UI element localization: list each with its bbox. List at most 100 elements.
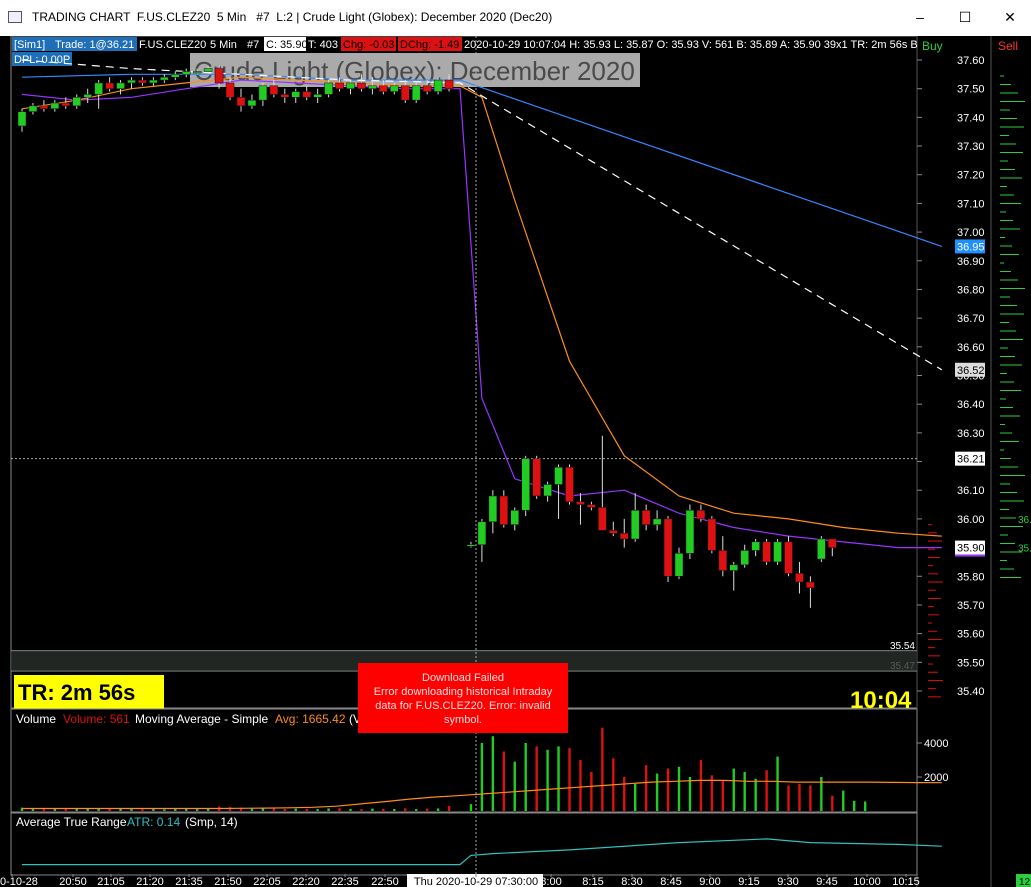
candle-body bbox=[674, 553, 684, 577]
volume-bar bbox=[798, 783, 801, 811]
time-tick-label: 22:50 bbox=[371, 876, 399, 887]
candle-body bbox=[641, 510, 651, 525]
candle-body bbox=[72, 97, 81, 107]
close-button[interactable]: ✕ bbox=[990, 0, 1030, 36]
candle-body bbox=[663, 518, 673, 577]
volume-bar bbox=[393, 808, 396, 811]
error-title: Download Failed bbox=[422, 672, 504, 684]
candle-body bbox=[357, 82, 366, 89]
candle-body bbox=[740, 550, 749, 566]
candle-body bbox=[795, 573, 804, 583]
chart-canvas[interactable]: Buy Sell Crude Light (Globex): December … bbox=[0, 36, 1031, 887]
time-tick-label: 22:35 bbox=[331, 876, 359, 887]
atr-params: (Smp, 14) bbox=[185, 815, 238, 829]
bar-timer: TR: 2m 56s bbox=[18, 680, 135, 705]
candle-body bbox=[335, 82, 344, 89]
volume-bar bbox=[863, 801, 867, 811]
buy-label[interactable]: Buy bbox=[922, 39, 943, 53]
volume-bar bbox=[743, 771, 746, 811]
clock: 10:04 bbox=[850, 687, 912, 714]
volume-bar bbox=[601, 727, 604, 811]
candle-body bbox=[521, 458, 530, 511]
volume-bar bbox=[382, 808, 385, 811]
candle-body bbox=[620, 533, 629, 540]
price-tick-label: 37.50 bbox=[957, 84, 985, 96]
candle-body bbox=[817, 538, 826, 560]
interval-label: 5 Min bbox=[210, 39, 237, 51]
minimize-button[interactable]: – bbox=[900, 0, 940, 36]
time-tick-label: 9:15 bbox=[738, 876, 759, 887]
price-tick-label: 36.30 bbox=[957, 428, 985, 440]
candle-body bbox=[444, 79, 454, 89]
candle-body bbox=[630, 510, 640, 540]
volume-bar bbox=[250, 808, 254, 811]
volume-bar bbox=[688, 777, 692, 811]
day-change-value: DChg: -1.49 bbox=[400, 39, 459, 51]
candle-body bbox=[510, 510, 519, 525]
price-tick-label: 36.40 bbox=[957, 399, 985, 411]
price-badge-underline bbox=[955, 554, 985, 557]
candle-body bbox=[50, 102, 60, 110]
candle-body bbox=[828, 538, 837, 548]
tick-count: T: 403 bbox=[308, 39, 338, 51]
candle-body bbox=[105, 82, 114, 89]
volume-bar bbox=[272, 808, 276, 811]
maximize-button[interactable]: ☐ bbox=[945, 0, 985, 36]
volume-bar bbox=[502, 751, 505, 811]
volume-bar bbox=[721, 780, 724, 811]
atr-value: ATR: 0.14 bbox=[127, 815, 180, 829]
volume-bar bbox=[754, 778, 757, 811]
volume-bar bbox=[480, 743, 484, 811]
candle-body bbox=[28, 105, 38, 112]
error-line1: Error downloading historical Intraday bbox=[374, 686, 553, 698]
candle-body bbox=[302, 91, 311, 98]
volume-bar bbox=[338, 808, 341, 811]
price-tick-label: 35.50 bbox=[957, 657, 985, 669]
volume-bar bbox=[185, 808, 188, 811]
volume-bar bbox=[557, 746, 560, 811]
volume-bar bbox=[546, 749, 549, 811]
price-badge-label: 36.95 bbox=[957, 241, 985, 253]
price-tick-label: 37.60 bbox=[957, 55, 985, 67]
candle-body bbox=[499, 495, 509, 525]
candle-body bbox=[280, 94, 290, 98]
time-tick-label: 21:35 bbox=[175, 876, 203, 887]
time-tick-label: 8:00 bbox=[540, 876, 561, 887]
volume-bar bbox=[436, 808, 440, 811]
time-tick-label: 21:20 bbox=[136, 876, 164, 887]
candle-body bbox=[762, 541, 771, 563]
candle-body bbox=[247, 99, 257, 107]
volume-bar bbox=[732, 768, 735, 811]
volume-avg: Avg: 1665.42 bbox=[275, 712, 346, 726]
error-line3: symbol. bbox=[444, 714, 482, 726]
candle-body bbox=[313, 94, 322, 98]
candle-body bbox=[149, 79, 158, 84]
time-tick-label: 22:05 bbox=[253, 876, 281, 887]
time-tick-label: 8:30 bbox=[621, 876, 642, 887]
time-tick-label: 9:45 bbox=[816, 876, 837, 887]
time-tick-label: 22:20 bbox=[292, 876, 320, 887]
candle-body bbox=[182, 71, 191, 75]
price-tick-label: 37.30 bbox=[957, 141, 985, 153]
candle-body bbox=[214, 68, 224, 84]
time-tick-label: 9:30 bbox=[777, 876, 798, 887]
price-tick-label: 37.10 bbox=[957, 198, 985, 210]
candle-body bbox=[61, 102, 71, 107]
price-tick-label: 35.70 bbox=[957, 600, 985, 612]
level-label: 35.54 bbox=[890, 641, 915, 652]
price-tick-label: 37.40 bbox=[957, 112, 985, 124]
price-tick-label: 36.10 bbox=[957, 485, 985, 497]
candle-body bbox=[401, 85, 410, 101]
volume-bar bbox=[590, 771, 593, 811]
candle-body bbox=[291, 91, 300, 98]
window-titlebar: TRADING CHART F.US.CLEZ20 5 Min #7 L:2 |… bbox=[0, 0, 1031, 36]
candle-body bbox=[718, 550, 728, 571]
price-tick-label: 36.70 bbox=[957, 313, 985, 325]
window-title: TRADING CHART F.US.CLEZ20 5 Min #7 L:2 |… bbox=[32, 10, 553, 24]
volume-bar bbox=[776, 756, 779, 811]
candle-body bbox=[532, 458, 541, 497]
bar-number: #7 bbox=[247, 39, 259, 51]
sell-label[interactable]: Sell bbox=[998, 39, 1018, 53]
time-tick-label: 21:50 bbox=[214, 876, 242, 887]
candle-body bbox=[411, 85, 421, 101]
